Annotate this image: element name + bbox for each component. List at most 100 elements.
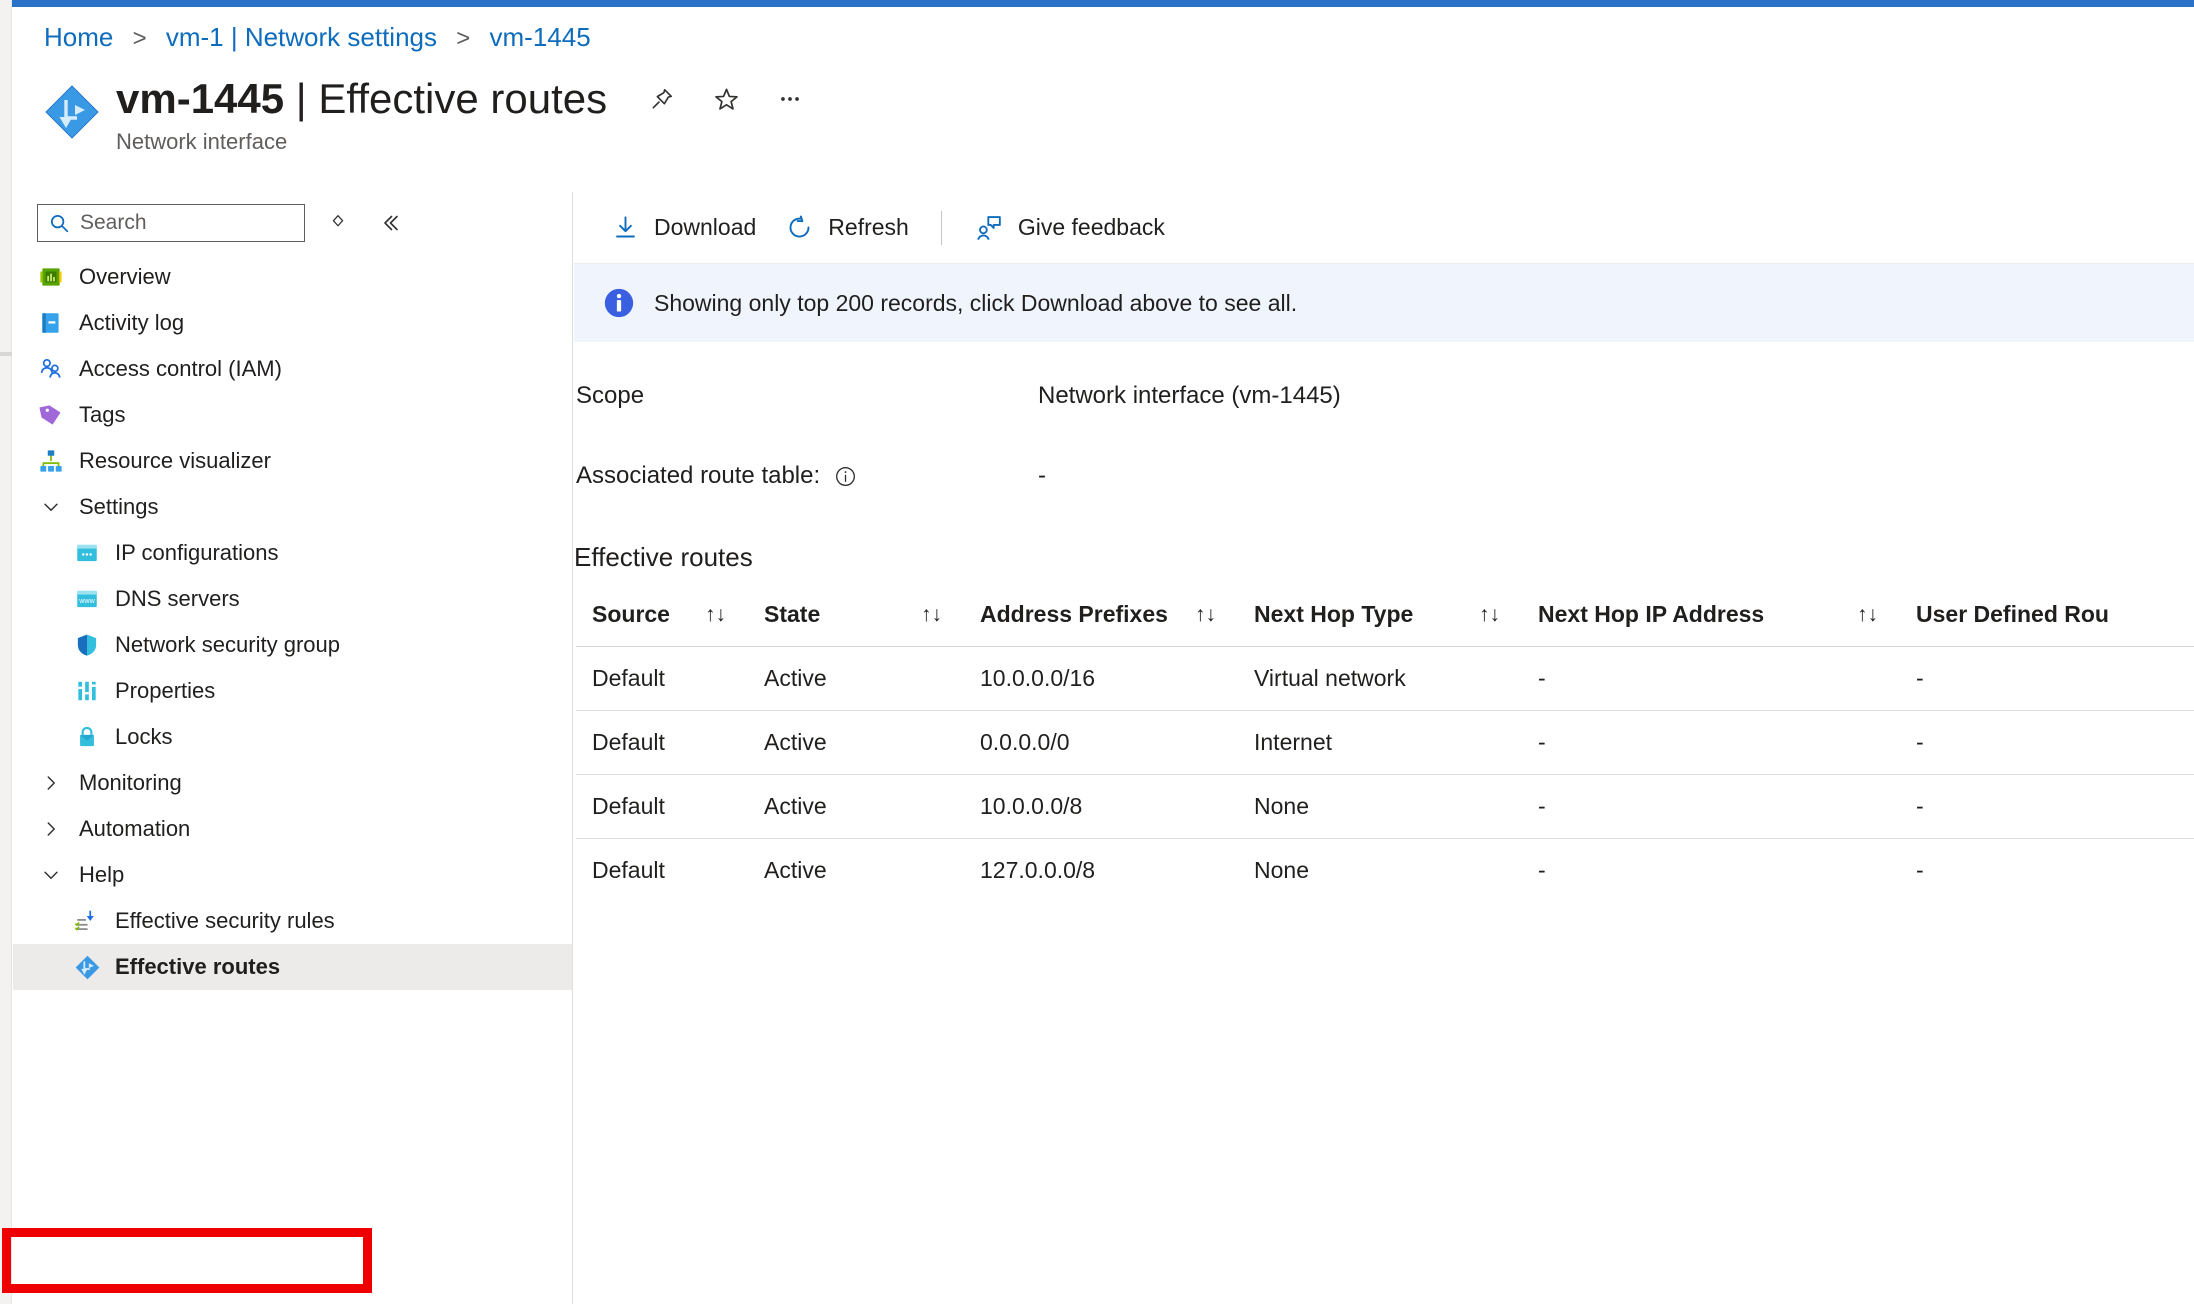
cell-next-hop-ip: - (1522, 710, 1900, 775)
info-banner: Showing only top 200 records, click Down… (574, 264, 2194, 342)
table-row[interactable]: Default Active 127.0.0.0/8 None - - (576, 838, 2194, 902)
activity-log-icon (37, 309, 65, 337)
expand-collapse-icon[interactable] (319, 204, 357, 242)
table-row[interactable]: Default Active 10.0.0.0/8 None - - (576, 774, 2194, 839)
chevron-right-icon (37, 815, 65, 843)
main-content: Download Refresh Give feedback Showing o… (574, 192, 2194, 1304)
scope-label: Scope (576, 382, 645, 409)
column-header-state[interactable]: State ↑↓ (748, 593, 964, 647)
cell-address-prefixes: 10.0.0.0/16 (964, 646, 1238, 711)
page-header-actions (645, 82, 807, 116)
pin-icon[interactable] (645, 82, 679, 116)
resource-visualizer-icon (37, 447, 65, 475)
tags-icon (37, 401, 65, 429)
download-icon (610, 213, 640, 243)
info-circle-icon[interactable] (834, 465, 857, 488)
sidebar-item-tags[interactable]: Tags (13, 392, 572, 438)
collapse-menu-icon[interactable] (371, 204, 409, 242)
cell-source: Default (576, 774, 748, 839)
column-header-label: Next Hop IP Address (1538, 601, 1765, 627)
sidebar-group-settings[interactable]: Settings (13, 484, 572, 530)
cell-state: Active (748, 646, 964, 711)
properties-icon (73, 677, 101, 705)
sidebar-item-effective-security-rules[interactable]: Effective security rules (13, 898, 572, 944)
sidebar-item-label: Overview (79, 264, 171, 289)
access-control-icon (37, 355, 65, 383)
breadcrumb-item-home[interactable]: Home (44, 22, 113, 52)
sort-toggle-icon[interactable]: ↑↓ (1195, 603, 1216, 627)
table-row[interactable]: Default Active 0.0.0.0/0 Internet - - (576, 710, 2194, 775)
details-section: Scope Network interface (vm-1445) Associ… (574, 342, 2194, 902)
sort-toggle-icon[interactable]: ↑↓ (705, 603, 726, 627)
column-header-address-prefixes[interactable]: Address Prefixes ↑↓ (964, 593, 1238, 647)
search-input[interactable] (78, 210, 282, 236)
cell-source: Default (576, 646, 748, 711)
associated-route-table-label-text: Associated route table: (576, 462, 821, 489)
download-button[interactable]: Download (596, 205, 770, 251)
cell-state: Active (748, 710, 964, 775)
column-header-next-hop-type[interactable]: Next Hop Type ↑↓ (1238, 593, 1522, 647)
sidebar-group-help[interactable]: Help (13, 852, 572, 898)
give-feedback-button[interactable]: Give feedback (960, 205, 1179, 251)
column-header-user-defined-route[interactable]: User Defined Rou (1900, 593, 2194, 647)
refresh-button[interactable]: Refresh (770, 205, 923, 251)
sidebar-item-properties[interactable]: Properties (13, 668, 572, 714)
breadcrumb-separator: > (132, 25, 147, 52)
sidebar-item-ip-configurations[interactable]: IP configurations (13, 530, 572, 576)
svg-text:www: www (78, 597, 95, 605)
column-header-source[interactable]: Source ↑↓ (576, 593, 748, 647)
page-title-separator: | (295, 75, 307, 122)
sort-toggle-icon[interactable]: ↑↓ (921, 603, 942, 627)
dns-servers-icon: www (73, 585, 101, 613)
sidebar-item-overview[interactable]: Overview (13, 254, 572, 300)
overview-icon (37, 263, 65, 291)
cell-next-hop-type: Internet (1238, 710, 1522, 775)
info-icon (602, 286, 636, 320)
cell-user-defined-route: - (1900, 710, 2194, 775)
favorite-star-icon[interactable] (709, 82, 743, 116)
column-header-next-hop-ip-address[interactable]: Next Hop IP Address ↑↓ (1522, 593, 1900, 647)
download-label: Download (654, 214, 757, 240)
column-header-label: Address Prefixes (980, 601, 1168, 627)
breadcrumb-item-network-settings[interactable]: vm-1 | Network settings (166, 22, 437, 52)
sort-toggle-icon[interactable]: ↑↓ (1857, 603, 1878, 627)
search-icon (50, 214, 69, 233)
cell-next-hop-type: None (1238, 774, 1522, 839)
associated-route-table-label: Associated route table: (576, 462, 1038, 490)
refresh-label: Refresh (828, 214, 909, 240)
info-banner-message: Showing only top 200 records, click Down… (654, 289, 1298, 316)
refresh-icon (784, 213, 814, 243)
cell-user-defined-route: - (1900, 774, 2194, 839)
cell-user-defined-route: - (1900, 838, 2194, 902)
scope-row: Scope Network interface (vm-1445) (574, 382, 2194, 410)
sidebar-item-activity-log[interactable]: Activity log (13, 300, 572, 346)
cell-next-hop-type: Virtual network (1238, 646, 1522, 711)
sort-toggle-icon[interactable]: ↑↓ (1479, 603, 1500, 627)
sidebar-item-network-security-group[interactable]: Network security group (13, 622, 572, 668)
sidebar-item-dns-servers[interactable]: www DNS servers (13, 576, 572, 622)
sidebar-item-effective-routes[interactable]: Effective routes (13, 944, 572, 990)
search-box[interactable] (37, 204, 305, 242)
effective-security-rules-icon (73, 907, 101, 935)
sidebar-item-resource-visualizer[interactable]: Resource visualizer (13, 438, 572, 484)
sidebar-group-automation[interactable]: Automation (13, 806, 572, 852)
sidebar-group-label: Help (79, 862, 125, 887)
shield-icon (73, 631, 101, 659)
sidebar-search-row (13, 192, 572, 242)
sidebar-nav-list: Overview Activity log Access control (IA… (13, 254, 572, 990)
associated-route-table-value: - (1038, 462, 1046, 489)
sidebar-item-access-control[interactable]: Access control (IAM) (13, 346, 572, 392)
effective-routes-icon (73, 953, 101, 981)
table-row[interactable]: Default Active 10.0.0.0/16 Virtual netwo… (576, 646, 2194, 711)
sidebar-group-monitoring[interactable]: Monitoring (13, 760, 572, 806)
page-left-gutter (0, 0, 12, 1304)
cell-source: Default (576, 710, 748, 775)
cell-next-hop-type: None (1238, 838, 1522, 902)
column-header-label: User Defined Rou (1916, 601, 2109, 627)
breadcrumb-separator: > (456, 25, 471, 52)
sidebar: Overview Activity log Acc (13, 192, 573, 1304)
breadcrumb-item-vm-1445[interactable]: vm-1445 (490, 22, 591, 52)
sidebar-item-locks[interactable]: Locks (13, 714, 572, 760)
cell-address-prefixes: 127.0.0.0/8 (964, 838, 1238, 902)
more-ellipsis-icon[interactable] (773, 82, 807, 116)
